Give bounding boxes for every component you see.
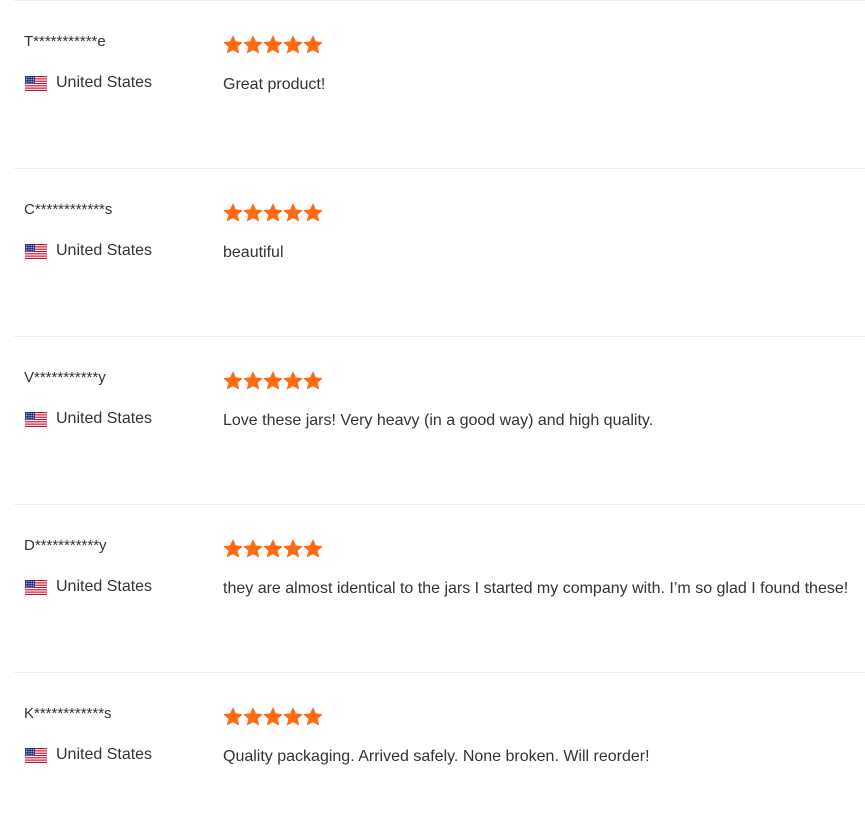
country-name: United States: [56, 410, 153, 427]
star-icon: [283, 203, 303, 222]
star-icon: [223, 35, 243, 54]
star-rating: [223, 371, 323, 391]
star-rating: [223, 203, 323, 223]
star-icon: [283, 539, 303, 558]
star-icon: [243, 203, 263, 222]
star-icon: [283, 371, 303, 390]
star-icon: [243, 707, 263, 726]
star-icon: [303, 707, 323, 726]
star-icon: [303, 203, 323, 222]
reviewer-name: K************s: [24, 705, 112, 722]
star-icon: [283, 707, 303, 726]
star-icon: [223, 203, 243, 222]
star-rating: [223, 35, 323, 55]
reviewer-country: United States: [25, 745, 152, 765]
reviewer-country: United States: [25, 73, 152, 93]
star-icon: [263, 371, 283, 390]
country-name: United States: [56, 746, 153, 763]
review-item: K************s United States Quality pac…: [14, 672, 865, 840]
review-item: T***********e United States Great produc…: [14, 0, 865, 168]
star-icon: [303, 35, 323, 54]
star-icon: [283, 35, 303, 54]
review-item: C************s United States beautiful: [14, 168, 865, 336]
star-icon: [223, 371, 243, 390]
review-item: V***********y United States Love these j…: [14, 336, 865, 504]
review-text: they are almost identical to the jars I …: [223, 580, 849, 597]
star-icon: [263, 203, 283, 222]
review-text: Quality packaging. Arrived safely. None …: [223, 748, 650, 765]
reviewer-name: D***********y: [24, 537, 107, 554]
reviewer-country: United States: [25, 577, 152, 597]
star-rating: [223, 707, 323, 727]
star-icon: [243, 371, 263, 390]
star-icon: [263, 35, 283, 54]
country-name: United States: [56, 578, 153, 595]
star-icon: [303, 539, 323, 558]
star-icon: [263, 707, 283, 726]
star-icon: [263, 539, 283, 558]
reviewer-name: T***********e: [24, 33, 106, 50]
us-flag-icon: [25, 747, 47, 763]
us-flag-icon: [25, 579, 47, 595]
reviewer-name: C************s: [24, 201, 113, 218]
reviewer-country: United States: [25, 241, 152, 261]
star-icon: [223, 539, 243, 558]
star-icon: [223, 707, 243, 726]
star-icon: [303, 371, 323, 390]
reviewer-country: United States: [25, 409, 152, 429]
star-icon: [243, 539, 263, 558]
review-item: D***********y United States they are alm…: [14, 504, 865, 672]
star-rating: [223, 539, 323, 559]
us-flag-icon: [25, 411, 47, 427]
us-flag-icon: [25, 75, 47, 91]
country-name: United States: [56, 74, 153, 91]
star-icon: [243, 35, 263, 54]
reviewer-name: V***********y: [24, 369, 106, 386]
review-text: Love these jars! Very heavy (in a good w…: [223, 412, 654, 429]
review-text: beautiful: [223, 244, 284, 261]
country-name: United States: [56, 242, 153, 259]
review-text: Great product!: [223, 76, 326, 93]
us-flag-icon: [25, 243, 47, 259]
